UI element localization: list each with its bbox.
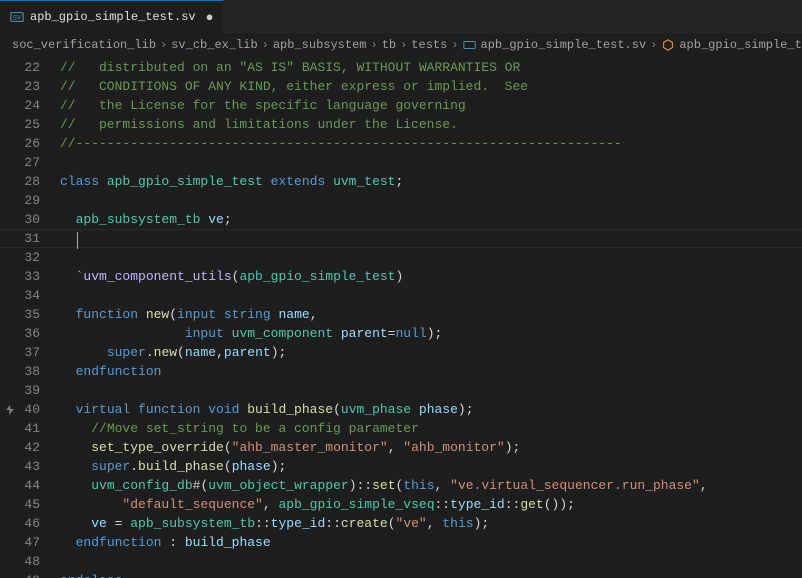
tab-bar: SV apb_gpio_simple_test.sv ● bbox=[0, 0, 802, 34]
code-line[interactable]: // the License for the specific language… bbox=[58, 96, 802, 115]
line-number: 22 bbox=[6, 58, 40, 77]
code-line[interactable]: "default_sequence", apb_gpio_simple_vseq… bbox=[58, 495, 802, 514]
line-number: 30 bbox=[6, 210, 40, 229]
line-number: 49 bbox=[6, 571, 40, 578]
line-number: 36 bbox=[6, 324, 40, 343]
breadcrumb-separator: › bbox=[451, 38, 458, 52]
breadcrumb-segment[interactable]: sv_cb_ex_lib bbox=[171, 38, 257, 52]
line-number: 46 bbox=[6, 514, 40, 533]
line-number: 39 bbox=[6, 381, 40, 400]
breadcrumb-label: soc_verification_lib bbox=[12, 38, 156, 52]
code-line[interactable]: // permissions and limitations under the… bbox=[58, 115, 802, 134]
code-line[interactable]: uvm_config_db#(uvm_object_wrapper)::set(… bbox=[58, 476, 802, 495]
code-line[interactable]: //--------------------------------------… bbox=[58, 134, 802, 153]
line-number: 48 bbox=[6, 552, 40, 571]
code-line[interactable] bbox=[58, 552, 802, 571]
breadcrumb-segment[interactable]: apb_gpio_simple_test.sv bbox=[463, 38, 647, 52]
code-line[interactable] bbox=[58, 248, 802, 267]
line-number: 32 bbox=[6, 248, 40, 267]
code-line[interactable]: endclass bbox=[58, 571, 802, 578]
breadcrumb-label: tests bbox=[411, 38, 447, 52]
breadcrumb-separator: › bbox=[160, 38, 167, 52]
breadcrumb-label: tb bbox=[382, 38, 396, 52]
code-line[interactable]: class apb_gpio_simple_test extends uvm_t… bbox=[58, 172, 802, 191]
line-number: 23 bbox=[6, 77, 40, 96]
breadcrumb-segment[interactable]: tb bbox=[382, 38, 396, 52]
code-area[interactable]: // distributed on an "AS IS" BASIS, WITH… bbox=[58, 56, 802, 578]
tab-filename: apb_gpio_simple_test.sv bbox=[30, 10, 196, 24]
line-number: 35 bbox=[6, 305, 40, 324]
line-number: 41 bbox=[6, 419, 40, 438]
line-number: 27 bbox=[6, 153, 40, 172]
systemverilog-file-icon: SV bbox=[10, 10, 24, 24]
code-line[interactable] bbox=[58, 381, 802, 400]
class-symbol-icon bbox=[661, 38, 675, 52]
code-line[interactable] bbox=[58, 229, 802, 248]
breadcrumb-label: sv_cb_ex_lib bbox=[171, 38, 257, 52]
code-line[interactable] bbox=[58, 286, 802, 305]
breadcrumb-separator: › bbox=[650, 38, 657, 52]
code-line[interactable]: // CONDITIONS OF ANY KIND, either expres… bbox=[58, 77, 802, 96]
line-number: 38 bbox=[6, 362, 40, 381]
line-number: 40 bbox=[6, 400, 40, 419]
breadcrumb-separator: › bbox=[262, 38, 269, 52]
breadcrumb-label: apb_subsystem bbox=[273, 38, 367, 52]
line-number: 25 bbox=[6, 115, 40, 134]
line-number: 42 bbox=[6, 438, 40, 457]
code-line[interactable] bbox=[58, 191, 802, 210]
code-line[interactable]: set_type_override("ahb_master_monitor", … bbox=[58, 438, 802, 457]
file-icon bbox=[463, 38, 477, 52]
code-line[interactable]: endfunction : build_phase bbox=[58, 533, 802, 552]
line-number: 34 bbox=[6, 286, 40, 305]
line-number: 43 bbox=[6, 457, 40, 476]
editor[interactable]: 2223242526272829303132333435363738394041… bbox=[0, 56, 802, 578]
code-line[interactable]: apb_subsystem_tb ve; bbox=[58, 210, 802, 229]
code-line[interactable]: virtual function void build_phase(uvm_ph… bbox=[58, 400, 802, 419]
line-number: 24 bbox=[6, 96, 40, 115]
line-number: 33 bbox=[6, 267, 40, 286]
line-number: 29 bbox=[6, 191, 40, 210]
line-number-gutter: 2223242526272829303132333435363738394041… bbox=[0, 56, 58, 578]
breadcrumb-segment[interactable]: tests bbox=[411, 38, 447, 52]
breadcrumb-label: apb_gpio_simple_test.sv bbox=[481, 38, 647, 52]
text-cursor bbox=[77, 232, 78, 249]
code-line[interactable]: super.new(name,parent); bbox=[58, 343, 802, 362]
code-line[interactable]: //Move set_string to be a config paramet… bbox=[58, 419, 802, 438]
breadcrumb-separator: › bbox=[400, 38, 407, 52]
line-number: 37 bbox=[6, 343, 40, 362]
code-line[interactable]: super.build_phase(phase); bbox=[58, 457, 802, 476]
line-number: 47 bbox=[6, 533, 40, 552]
line-number: 31 bbox=[6, 229, 40, 248]
code-line[interactable]: function new(input string name, bbox=[58, 305, 802, 324]
breadcrumb-segment[interactable]: apb_subsystem bbox=[273, 38, 367, 52]
code-line[interactable]: ve = apb_subsystem_tb::type_id::create("… bbox=[58, 514, 802, 533]
lightbulb-glyph-icon[interactable] bbox=[4, 403, 16, 415]
breadcrumb-label: apb_gpio_simple_test bbox=[679, 38, 802, 52]
breadcrumb-separator: › bbox=[370, 38, 377, 52]
code-line[interactable]: input uvm_component parent=null); bbox=[58, 324, 802, 343]
svg-text:SV: SV bbox=[13, 15, 22, 22]
tab-apb-gpio-simple-test[interactable]: SV apb_gpio_simple_test.sv ● bbox=[0, 0, 224, 33]
code-line[interactable]: // distributed on an "AS IS" BASIS, WITH… bbox=[58, 58, 802, 77]
breadcrumb-segment[interactable]: apb_gpio_simple_test bbox=[661, 38, 802, 52]
line-number: 44 bbox=[6, 476, 40, 495]
breadcrumb[interactable]: soc_verification_lib›sv_cb_ex_lib›apb_su… bbox=[0, 34, 802, 56]
code-line[interactable] bbox=[58, 153, 802, 172]
breadcrumb-segment[interactable]: soc_verification_lib bbox=[12, 38, 156, 52]
code-line[interactable]: endfunction bbox=[58, 362, 802, 381]
line-number: 45 bbox=[6, 495, 40, 514]
line-number: 26 bbox=[6, 134, 40, 153]
code-line[interactable]: `uvm_component_utils(apb_gpio_simple_tes… bbox=[58, 267, 802, 286]
tab-dirty-indicator[interactable]: ● bbox=[206, 10, 214, 25]
line-number: 28 bbox=[6, 172, 40, 191]
